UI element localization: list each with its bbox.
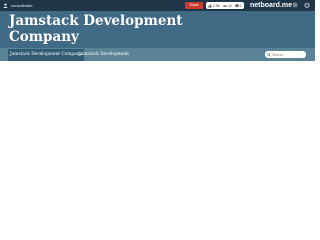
user-menu[interactable]: consultmate <box>3 2 33 9</box>
search-input[interactable] <box>272 51 306 58</box>
user-icon <box>3 3 8 8</box>
brand-logo[interactable]: netboard.me <box>250 1 292 10</box>
power-icon[interactable] <box>304 2 310 8</box>
board-header: Jamstack Development Company <box>0 11 315 48</box>
page-title: Jamstack Development Company <box>9 13 183 45</box>
gear-icon[interactable] <box>292 2 298 8</box>
username: consultmate <box>11 3 33 8</box>
search-box[interactable] <box>265 51 306 58</box>
views-count-value: 1k <box>227 3 232 8</box>
share-button[interactable]: Share <box>185 2 203 9</box>
top-bar: consultmate Share 2.9K 1k 0 netboard.me <box>0 0 315 11</box>
stats-widget[interactable]: 2.9K 1k 0 <box>206 2 244 9</box>
comments-count: 0 <box>234 3 242 8</box>
comment-icon <box>234 3 239 8</box>
board-content <box>0 61 315 210</box>
thumbs-up-icon <box>208 3 212 8</box>
likes-count[interactable]: 2.9K <box>208 4 220 8</box>
eye-icon <box>222 4 227 7</box>
search-icon <box>267 52 271 57</box>
comments-count-value: 0 <box>239 3 242 8</box>
views-count: 1k <box>222 3 232 8</box>
tab-jamstack-development-company[interactable]: Jamstack Development Company <box>8 49 84 61</box>
tab-jamstack-development[interactable]: Jamstack Development <box>77 49 131 61</box>
likes-count-value: 2.9K <box>213 3 220 8</box>
